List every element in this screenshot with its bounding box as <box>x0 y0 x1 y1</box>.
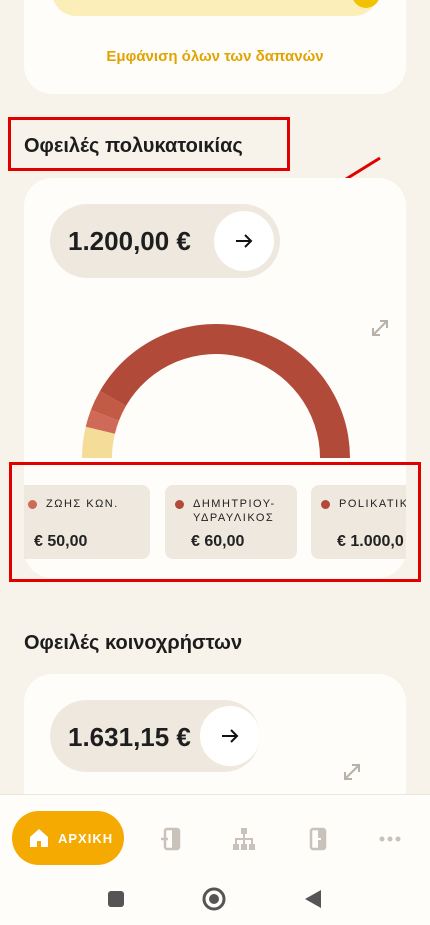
common-debts-title: Οφειλές κοινοχρήστων <box>24 632 243 654</box>
common-debts-amount: 1.631,15 € <box>68 722 191 752</box>
triangle-back-icon <box>305 890 321 908</box>
square-icon <box>108 891 124 907</box>
nav-home-label: ΑΡΧΙΚΗ <box>58 830 114 846</box>
circle-icon <box>202 887 226 911</box>
nav-door-icon[interactable] <box>158 825 186 853</box>
common-debts-arrow-button[interactable] <box>200 706 260 766</box>
system-back-button[interactable] <box>304 889 322 914</box>
expand-icon[interactable] <box>368 316 392 340</box>
building-debts-arrow-button[interactable] <box>214 211 274 271</box>
nav-hierarchy-icon[interactable] <box>230 825 258 853</box>
highlight-box-title <box>8 117 290 171</box>
arrow-right-icon <box>236 234 253 248</box>
expenses-summary-bar <box>52 0 378 16</box>
highlight-box-legend <box>9 462 421 582</box>
nav-more-icon[interactable] <box>376 825 404 853</box>
system-home-button[interactable] <box>202 887 226 916</box>
arrow-right-icon <box>222 729 239 743</box>
expenses-card: Εμφάνιση όλων των δαπανών <box>24 0 406 94</box>
expand-icon[interactable] <box>340 760 364 784</box>
show-all-expenses-link[interactable]: Εμφάνιση όλων των δαπανών <box>24 48 406 65</box>
building-debts-chart <box>82 324 350 458</box>
building-debts-amount-pill[interactable]: 1.200,00 € <box>50 204 280 278</box>
nav-home-button[interactable]: ΑΡΧΙΚΗ <box>12 811 124 865</box>
nav-door-exit-icon[interactable] <box>304 825 332 853</box>
building-debts-amount: 1.200,00 € <box>68 226 191 256</box>
system-recents-button[interactable] <box>107 890 125 913</box>
chart-slice-3[interactable] <box>99 324 350 458</box>
common-debts-amount-pill[interactable]: 1.631,15 € <box>50 700 260 772</box>
home-icon <box>30 829 48 847</box>
